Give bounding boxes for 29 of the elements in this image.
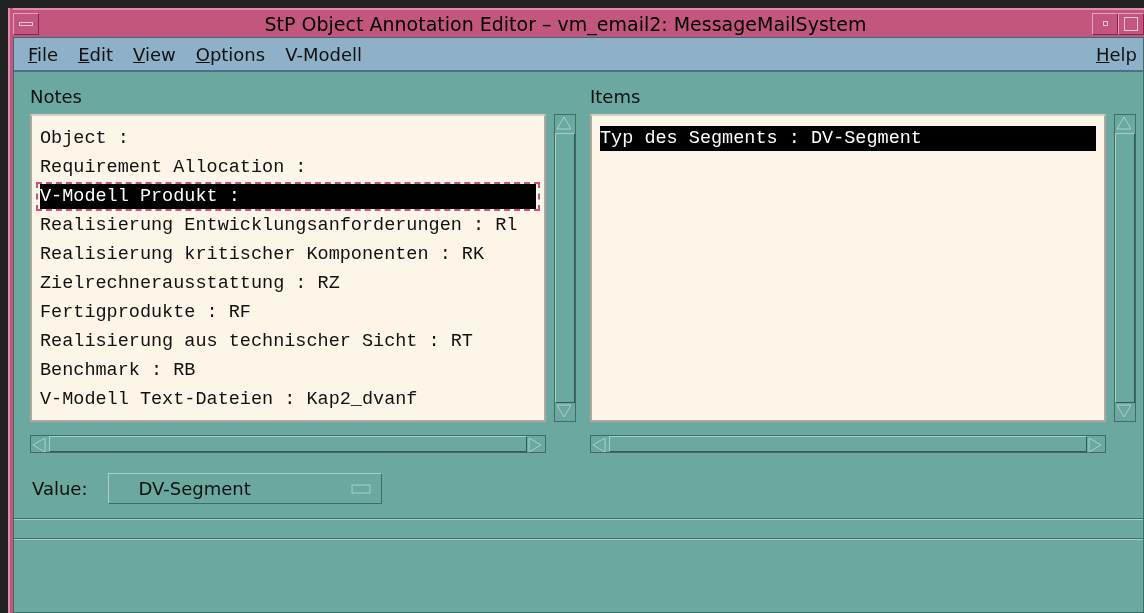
list-item[interactable]: Realisierung kritischer Komponenten : RK (36, 240, 540, 269)
option-menu-button[interactable]: DV-Segment (107, 473, 382, 504)
menu-item[interactable]: Edit (78, 43, 113, 65)
maximize-button[interactable] (1118, 12, 1144, 35)
menu-item[interactable]: View (133, 43, 176, 65)
list-item[interactable]: Fertigprodukte : RF (36, 298, 540, 327)
menu-item[interactable]: Options (195, 43, 266, 65)
list-item[interactable]: V-Modell Produkt : (36, 182, 540, 211)
list-item[interactable]: Zielrechnerausstattung : RZ (36, 269, 540, 298)
window-menu-button[interactable] (13, 12, 39, 35)
horizontal-scrollbar[interactable] (30, 435, 546, 453)
scroll-arrow-icon[interactable] (31, 436, 49, 454)
minimize-button[interactable] (1092, 12, 1118, 35)
list-item[interactable]: Benchmark : RB (36, 356, 540, 385)
menu-item[interactable]: File (28, 43, 59, 65)
value-label: Value: (32, 478, 88, 499)
list-item[interactable]: Requirement Allocation : (36, 153, 540, 182)
scroll-arrow-icon[interactable] (591, 436, 609, 454)
list-item[interactable]: V-Modell Text-Dateien : Kap2_dvanf (36, 385, 540, 414)
option-indicator-icon (350, 483, 371, 494)
window-title: StP Object Annotation Editor – vm_email2: MessageMailSystem (263, 12, 868, 35)
panel-label: Notes (30, 86, 83, 107)
menu-item[interactable]: Help (1095, 43, 1137, 65)
list-item[interactable]: Object : (36, 124, 540, 153)
list-item[interactable]: Realisierung Entwicklungsanforderungen : Rl (36, 211, 540, 240)
horizontal-scrollbar[interactable] (590, 435, 1106, 453)
menu-item[interactable]: V-Modell (285, 43, 362, 65)
list-item[interactable]: Realisierung aus technischer Sicht : RT (36, 327, 540, 356)
panel-label: Items (590, 86, 642, 107)
